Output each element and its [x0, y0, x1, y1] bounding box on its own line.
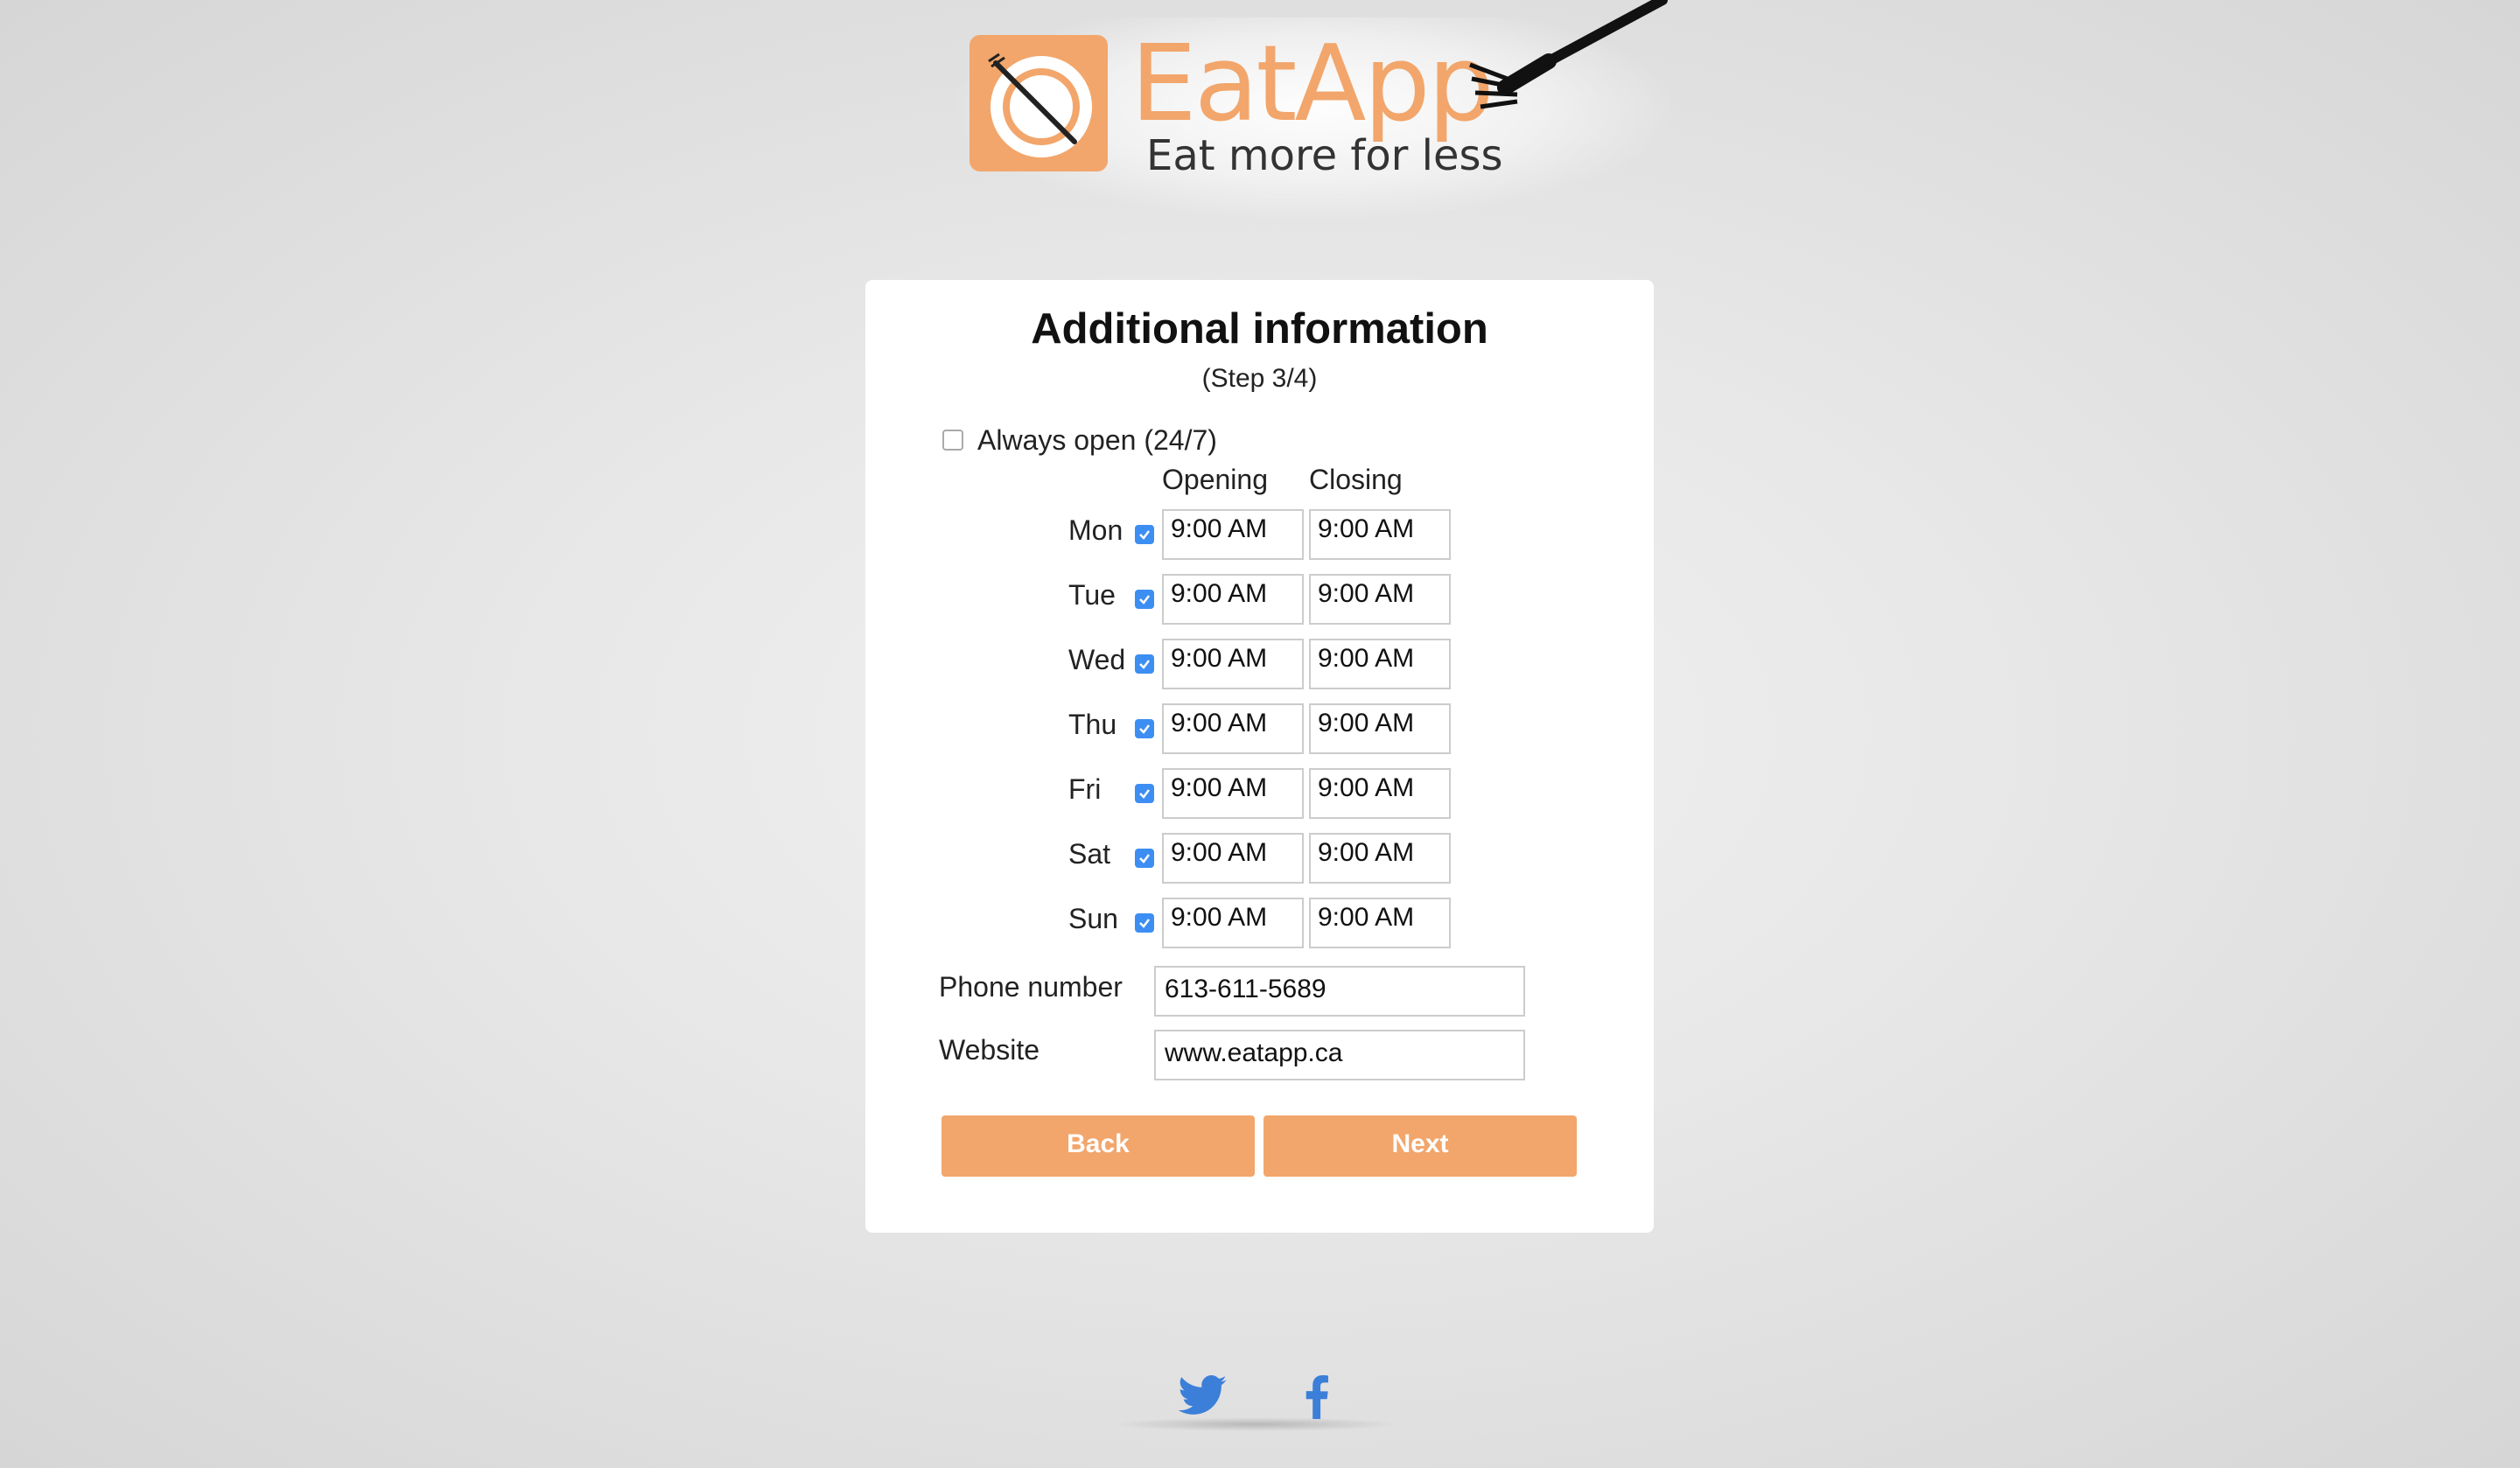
plate-logo-icon: [970, 35, 1108, 171]
day-checkbox-fri[interactable]: [1135, 784, 1154, 803]
day-checkbox-thu[interactable]: [1135, 719, 1154, 738]
opening-time-input[interactable]: 9:00 AM: [1162, 898, 1304, 948]
twitter-icon[interactable]: [1178, 1375, 1227, 1416]
day-row-thu: Thu 9:00 AM 9:00 AM: [865, 703, 1654, 756]
always-open-label: Always open (24/7): [977, 424, 1217, 456]
fork-icon: [1469, 0, 1668, 109]
day-label: Sun: [1068, 903, 1118, 934]
always-open-option[interactable]: Always open (24/7): [942, 424, 1217, 457]
website-input[interactable]: www.eatapp.ca: [1154, 1030, 1525, 1080]
day-row-sun: Sun 9:00 AM 9:00 AM: [865, 898, 1654, 950]
day-row-wed: Wed 9:00 AM 9:00 AM: [865, 639, 1654, 691]
day-checkbox-sat[interactable]: [1135, 849, 1154, 868]
phone-input[interactable]: 613-611-5689: [1154, 966, 1525, 1017]
day-row-sat: Sat 9:00 AM 9:00 AM: [865, 833, 1654, 885]
facebook-icon[interactable]: [1304, 1375, 1330, 1419]
check-icon: [1139, 724, 1150, 734]
opening-time-input[interactable]: 9:00 AM: [1162, 509, 1304, 560]
closing-time-input[interactable]: 9:00 AM: [1309, 703, 1451, 754]
website-label: Website: [939, 1034, 1040, 1066]
logo: EatApp Eat more for less: [954, 0, 1671, 219]
opening-time-input[interactable]: 9:00 AM: [1162, 768, 1304, 819]
day-checkbox-tue[interactable]: [1135, 590, 1154, 609]
closing-time-input[interactable]: 9:00 AM: [1309, 639, 1451, 689]
closing-time-input[interactable]: 9:00 AM: [1309, 509, 1451, 560]
day-row-fri: Fri 9:00 AM 9:00 AM: [865, 768, 1654, 821]
back-button[interactable]: Back: [942, 1115, 1255, 1177]
day-label: Sat: [1068, 838, 1111, 870]
day-checkbox-wed[interactable]: [1135, 654, 1154, 674]
day-label: Fri: [1068, 773, 1102, 805]
closing-time-input[interactable]: 9:00 AM: [1309, 898, 1451, 948]
opening-time-input[interactable]: 9:00 AM: [1162, 703, 1304, 754]
brand-name: EatApp: [1130, 24, 1494, 145]
opening-column-header: Opening: [1162, 464, 1268, 495]
next-button[interactable]: Next: [1264, 1115, 1577, 1177]
check-icon: [1139, 789, 1150, 799]
check-icon: [1139, 595, 1150, 605]
closing-time-input[interactable]: 9:00 AM: [1309, 574, 1451, 625]
closing-time-input[interactable]: 9:00 AM: [1309, 833, 1451, 884]
check-icon: [1139, 660, 1150, 669]
day-row-tue: Tue 9:00 AM 9:00 AM: [865, 574, 1654, 626]
opening-time-input[interactable]: 9:00 AM: [1162, 574, 1304, 625]
additional-info-card: Additional information (Step 3/4) Always…: [865, 280, 1654, 1233]
day-row-mon: Mon 9:00 AM 9:00 AM: [865, 509, 1654, 562]
day-checkbox-mon[interactable]: [1135, 525, 1154, 544]
day-label: Mon: [1068, 514, 1124, 546]
check-icon: [1139, 854, 1150, 863]
form-title: Additional information: [1031, 305, 1488, 353]
opening-time-input[interactable]: 9:00 AM: [1162, 639, 1304, 689]
check-icon: [1139, 530, 1150, 540]
day-checkbox-sun[interactable]: [1135, 913, 1154, 933]
day-label: Thu: [1068, 709, 1117, 740]
always-open-checkbox[interactable]: [942, 429, 963, 451]
form-step: (Step 3/4): [1201, 364, 1318, 393]
day-label: Wed: [1068, 644, 1126, 675]
closing-time-input[interactable]: 9:00 AM: [1309, 768, 1451, 819]
footer-shadow: [1111, 1417, 1400, 1431]
day-label: Tue: [1068, 579, 1116, 611]
check-icon: [1139, 919, 1150, 928]
opening-time-input[interactable]: 9:00 AM: [1162, 833, 1304, 884]
closing-column-header: Closing: [1309, 464, 1403, 495]
phone-label: Phone number: [939, 971, 1123, 1003]
